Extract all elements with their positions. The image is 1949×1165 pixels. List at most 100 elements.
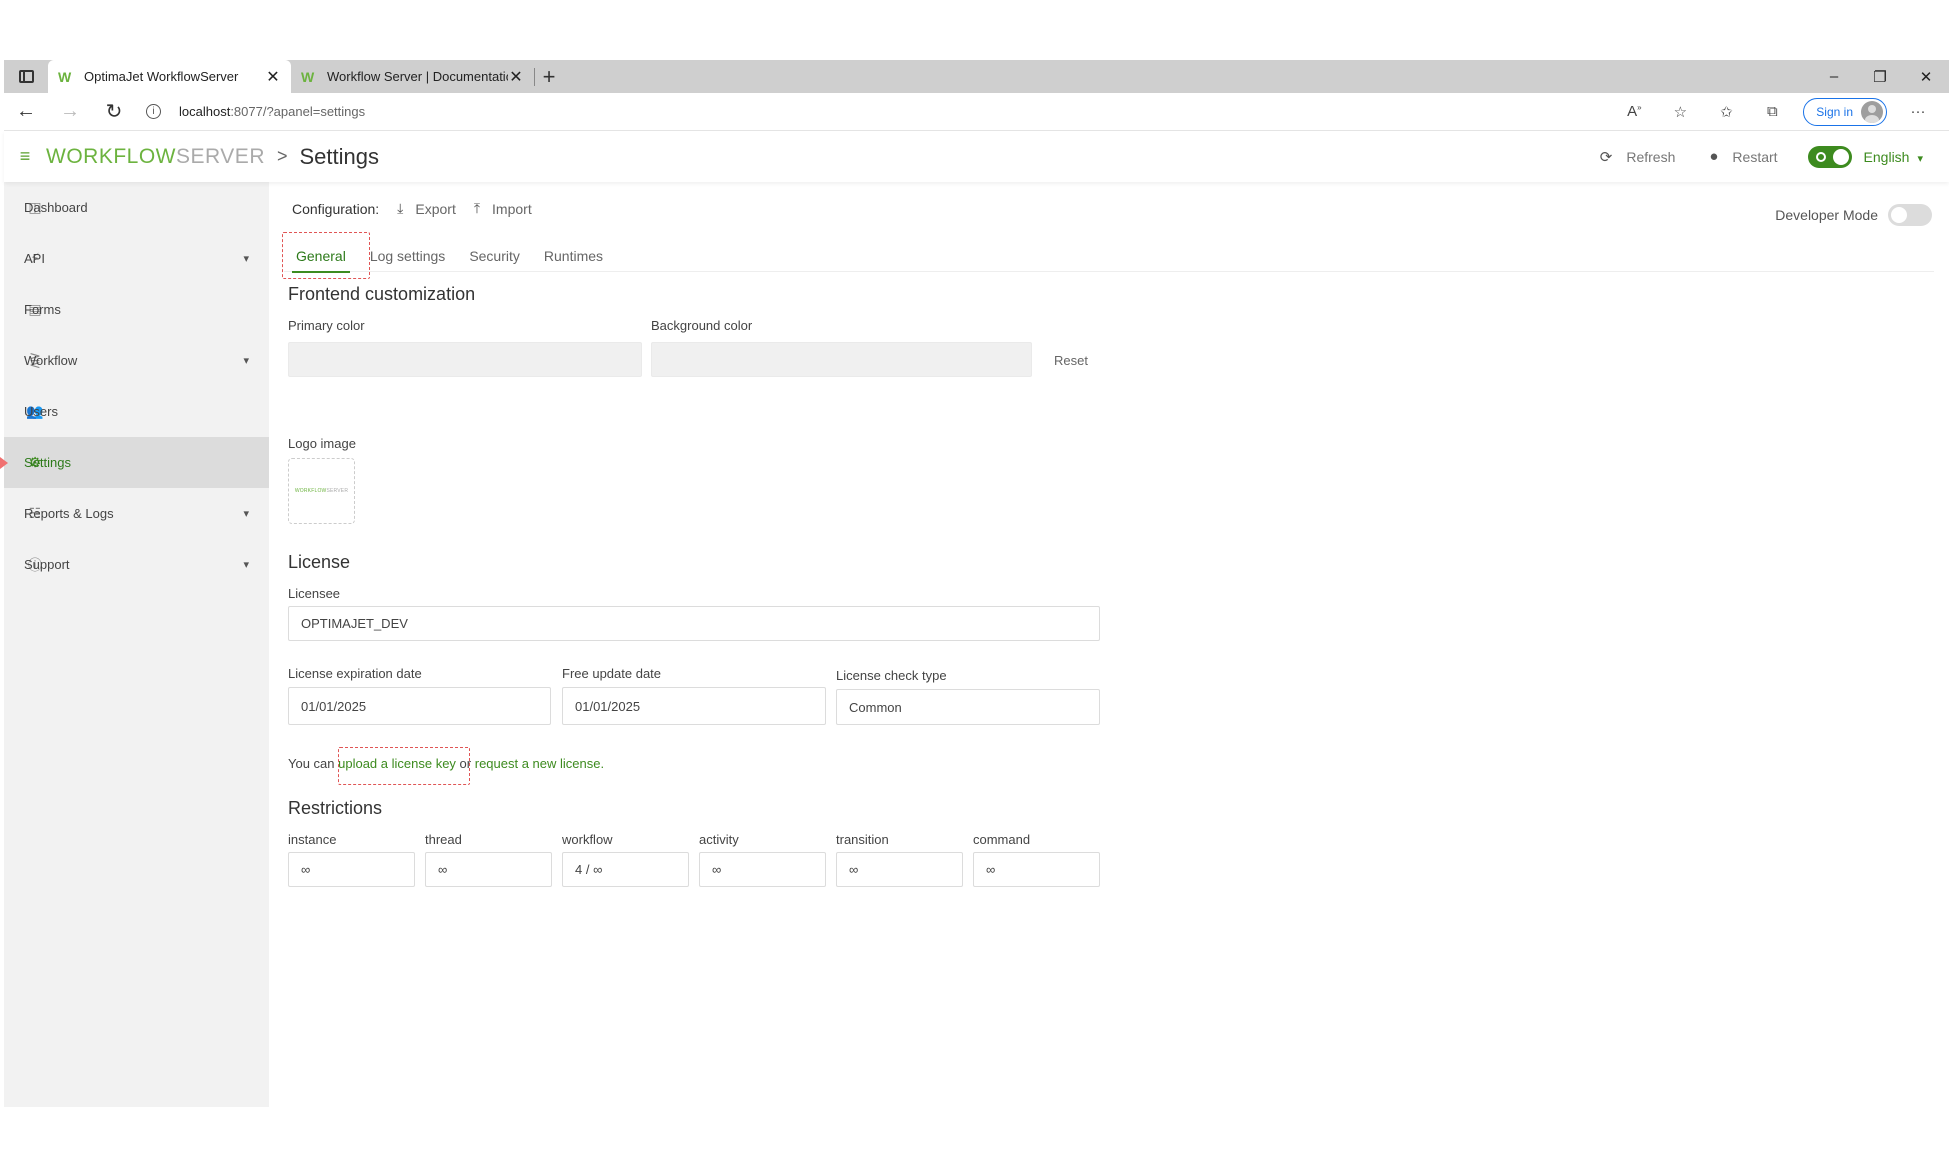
sidebar-item-dashboard[interactable]: ◫ Dashboard [4, 182, 269, 233]
new-tab-icon[interactable]: + [535, 64, 563, 90]
address-bar-actions: A» ☆ ✩ ⧉ Sign in ··· [1611, 97, 1949, 126]
sidebar-item-label: Dashboard [24, 200, 88, 215]
more-options-icon[interactable]: ··· [1895, 103, 1941, 120]
refresh-icon: ⟳ [1599, 148, 1613, 166]
sidebar-item-support[interactable]: ⓘ Support ▾ [4, 539, 269, 590]
chevron-down-icon: ▾ [243, 508, 249, 520]
license-expiration-field[interactable]: 01/01/2025 [288, 687, 551, 725]
profile-avatar-icon [1861, 100, 1883, 123]
license-note-prefix: You can [288, 756, 339, 771]
workflow-favicon-icon: W [301, 68, 315, 85]
restart-button[interactable]: ● Restart [1709, 148, 1777, 165]
developer-mode-toggle[interactable] [1888, 204, 1932, 226]
tab-actions-button[interactable] [4, 60, 48, 93]
upload-license-key-link[interactable]: upload a license key [338, 756, 456, 771]
background-color-label: Background color [651, 318, 753, 333]
license-title: License [288, 552, 351, 572]
developer-mode: Developer Mode [1775, 204, 1932, 226]
back-icon[interactable]: ← [4, 100, 48, 123]
collections-icon[interactable]: ⧉ [1749, 103, 1795, 120]
license-note: You can upload a license key or request … [288, 756, 604, 771]
app-logo[interactable]: WORKFLOWSERVER [46, 145, 265, 169]
tab-general[interactable]: General [284, 240, 358, 273]
browser-tab-bar: W OptimaJet WorkflowServer ✕ W Workflow … [4, 60, 1949, 93]
chevron-down-icon: ▾ [243, 253, 249, 265]
export-label: Export [415, 200, 456, 217]
language-select[interactable]: English ▾ [1864, 149, 1923, 165]
close-tab-icon[interactable]: ✕ [508, 67, 524, 87]
restrictions-title: Restrictions [288, 798, 383, 818]
reset-button[interactable]: Reset [1054, 353, 1088, 368]
browser-tab-workflowserver[interactable]: W OptimaJet WorkflowServer ✕ [48, 60, 291, 93]
restriction-transition-field: ∞ [836, 852, 963, 887]
sidebar-item-label: Users [24, 404, 58, 419]
request-license-link[interactable]: request a new license. [475, 756, 604, 771]
sidebar-item-api[interactable]: ⚡ API ▾ [4, 233, 269, 284]
tab-log-settings[interactable]: Log settings [358, 240, 458, 272]
logo-secondary-text: SERVER [176, 144, 265, 168]
license-check-type-label: License check type [836, 668, 947, 683]
close-tab-icon[interactable]: ✕ [265, 67, 281, 87]
tab-title: Workflow Server | Documentatio [327, 69, 508, 84]
sidebar-item-label: Support [24, 557, 70, 572]
restriction-thread-label: thread [425, 832, 462, 847]
logo-image-upload[interactable]: WORKFLOWSERVER [288, 458, 355, 524]
restriction-instance-field: ∞ [288, 852, 415, 887]
sign-in-button[interactable]: Sign in [1803, 97, 1887, 126]
free-update-field[interactable]: 01/01/2025 [562, 687, 826, 725]
refresh-button[interactable]: ⟳ Refresh [1600, 148, 1676, 166]
configuration-label: Configuration: [292, 200, 380, 217]
favorites-icon[interactable]: ✩ [1703, 103, 1749, 121]
add-favorite-icon[interactable]: ☆ [1657, 103, 1703, 121]
import-button[interactable]: ⤒ Import [474, 200, 532, 217]
pointer-arrow-annotation [0, 451, 8, 475]
license-expiration-label: License expiration date [288, 666, 422, 681]
site-info-icon[interactable]: i [146, 104, 161, 119]
background-color-field[interactable] [651, 342, 1032, 377]
restriction-activity-label: activity [699, 832, 739, 847]
restriction-command-field: ∞ [973, 852, 1100, 887]
license-check-type-field[interactable]: Common [836, 689, 1100, 725]
sidebar-item-users[interactable]: 👥 Users [4, 386, 269, 437]
export-button[interactable]: ⤓ Export [397, 200, 456, 217]
breadcrumb-separator: > [276, 146, 288, 166]
browser-tab-documentation[interactable]: W Workflow Server | Documentatio ✕ [291, 60, 534, 93]
logo-preview-primary: WORKFLOW [294, 488, 327, 494]
browser-window: W OptimaJet WorkflowServer ✕ W Workflow … [0, 60, 1949, 1107]
forward-icon[interactable]: → [48, 100, 92, 123]
sidebar-item-settings[interactable]: ⚙ Settings [0, 437, 269, 488]
restriction-transition-label: transition [836, 832, 889, 847]
restriction-command-label: command [973, 832, 1031, 847]
logo-preview-secondary: SERVER [326, 488, 349, 494]
tab-security[interactable]: Security [457, 240, 532, 272]
address-bar: ← → ↻ i localhost:8077/?apanel=settings … [4, 93, 1949, 131]
menu-icon[interactable]: ≡ [4, 146, 46, 167]
sidebar-item-forms[interactable]: ▤ Forms [4, 284, 269, 335]
close-window-icon[interactable]: ✕ [1903, 60, 1949, 93]
url-host: localhost [179, 104, 231, 119]
tab-runtimes[interactable]: Runtimes [532, 240, 615, 272]
url-path: :8077/?apanel=settings [230, 104, 366, 119]
primary-color-label: Primary color [288, 318, 365, 333]
restriction-instance-label: instance [288, 832, 337, 847]
reload-icon[interactable]: ↻ [92, 99, 136, 124]
sidebar-item-label: Workflow [24, 353, 78, 368]
window-controls: – ❐ ✕ [1811, 60, 1949, 93]
read-aloud-icon[interactable]: A» [1611, 103, 1657, 120]
sidebar-item-label: Forms [24, 302, 61, 317]
theme-toggle[interactable] [1807, 145, 1852, 168]
settings-tabs: General Log settings Security Runtimes [284, 240, 1934, 273]
restore-icon[interactable]: ❐ [1857, 60, 1903, 93]
header-actions: ⟳ Refresh ● Restart English ▾ [1566, 145, 1949, 168]
sidebar-item-workflow[interactable]: ⋛ Workflow ▾ [4, 335, 269, 386]
licensee-label: Licensee [288, 586, 341, 601]
tab-actions-icon [18, 70, 34, 83]
tab-title: OptimaJet WorkflowServer [84, 69, 239, 84]
licensee-field[interactable]: OPTIMAJET_DEV [288, 606, 1100, 641]
primary-color-field[interactable] [288, 342, 642, 377]
logo-primary-text: WORKFLOW [46, 144, 176, 168]
sidebar-item-reports-logs[interactable]: ☷ Reports & Logs ▾ [4, 488, 269, 539]
url-field[interactable]: i localhost:8077/?apanel=settings [136, 104, 1611, 119]
minimize-icon[interactable]: – [1811, 60, 1857, 93]
sidebar-item-label: Reports & Logs [24, 506, 114, 521]
